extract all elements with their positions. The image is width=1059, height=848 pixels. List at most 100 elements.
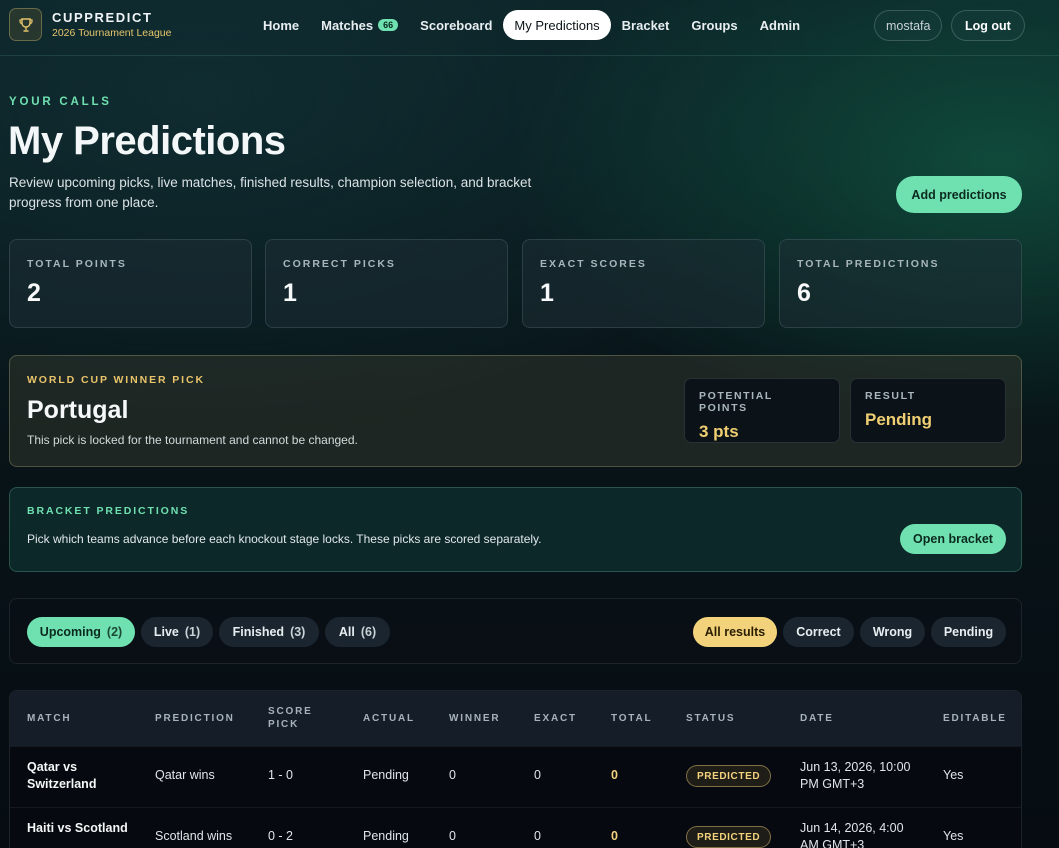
table-row[interactable]: Haiti vs Scotland Scotland wins 0 - 2 Pe…	[10, 807, 1021, 848]
status-badge: PREDICTED	[686, 826, 772, 848]
filter-tab-count: (6)	[360, 625, 377, 639]
nav-my-predictions-label: My Predictions	[514, 17, 600, 33]
potential-points-value: 3 pts	[699, 422, 739, 441]
stat-card-exact-scores: EXACT SCORES 1	[522, 239, 765, 328]
cell-editable: Yes	[943, 768, 964, 782]
stat-label: TOTAL PREDICTIONS	[797, 258, 940, 270]
cell-date: Jun 14, 2026, 4:00 AM GMT+3	[800, 821, 904, 848]
trophy-icon	[9, 8, 42, 41]
nav-links: Home Matches 66 Scoreboard My Predictions…	[252, 10, 811, 40]
brand[interactable]: CUPPREDICT 2026 Tournament League	[9, 8, 172, 41]
nav-bracket[interactable]: Bracket	[611, 10, 681, 40]
brand-name: CUPPREDICT	[52, 10, 153, 25]
result-filter-correct[interactable]: Correct	[783, 617, 854, 647]
column-header-prediction: PREDICTION	[155, 713, 235, 724]
nav-groups-label: Groups	[691, 17, 738, 33]
table-row[interactable]: Qatar vs Switzerland Qatar wins 1 - 0 Pe…	[10, 746, 1021, 807]
result-filter-wrong[interactable]: Wrong	[860, 617, 925, 647]
nav-matches-label: Matches	[321, 17, 374, 33]
potential-points-card: POTENTIAL POINTS 3 pts	[684, 378, 840, 443]
filter-tab-label: Finished	[232, 625, 285, 639]
nav-admin-label: Admin	[759, 17, 801, 33]
cell-prediction: Scotland wins	[155, 829, 233, 843]
filter-tab-label: Upcoming	[39, 625, 101, 639]
filter-tab-label: All	[338, 625, 355, 639]
nav-scoreboard[interactable]: Scoreboard	[409, 10, 503, 40]
winner-pick-label: WORLD CUP WINNER PICK	[27, 374, 205, 386]
nav-home[interactable]: Home	[252, 10, 310, 40]
cell-actual: Pending	[363, 768, 409, 782]
filter-bar: Upcoming (2) Live (1) Finished (3) All (6) A…	[9, 598, 1022, 664]
filter-tab-label: Live	[153, 625, 179, 639]
stat-value: 6	[797, 279, 811, 307]
stat-card-correct-picks: CORRECT PICKS 1	[265, 239, 508, 328]
user-menu[interactable]: mostafa	[874, 10, 943, 41]
result-filter-pending[interactable]: Pending	[931, 617, 1006, 647]
matches-count-badge: 66	[378, 19, 399, 31]
nav-scoreboard-label: Scoreboard	[420, 17, 493, 33]
bracket-label: BRACKET PREDICTIONS	[27, 505, 190, 517]
brand-subtitle: 2026 Tournament League	[52, 27, 172, 39]
cell-total: 0	[611, 829, 618, 843]
nav-home-label: Home	[263, 17, 300, 33]
stat-label: TOTAL POINTS	[27, 258, 127, 270]
filter-tab-count: (2)	[106, 625, 123, 639]
page-description: Review upcoming picks, live matches, fin…	[9, 175, 532, 210]
column-header-exact: EXACT	[534, 713, 577, 724]
stat-value: 2	[27, 279, 41, 307]
column-header-match: MATCH	[27, 713, 72, 724]
predictions-table: MATCH PREDICTION SCORE PICK ACTUAL WINNE…	[9, 690, 1022, 848]
logout-button[interactable]: Log out	[951, 10, 1025, 41]
top-nav: CUPPREDICT 2026 Tournament League Home M…	[0, 0, 1059, 56]
stat-value: 1	[540, 279, 554, 307]
open-bracket-button[interactable]: Open bracket	[900, 524, 1006, 554]
column-header-status: STATUS	[686, 713, 736, 724]
potential-points-label: POTENTIAL POINTS	[699, 390, 773, 414]
page-eyebrow: YOUR CALLS	[9, 96, 112, 108]
stat-card-total-predictions: TOTAL PREDICTIONS 6	[779, 239, 1022, 328]
column-header-winner: WINNER	[449, 713, 501, 724]
table-header: MATCH PREDICTION SCORE PICK ACTUAL WINNE…	[10, 691, 1021, 746]
cell-prediction: Qatar wins	[155, 768, 215, 782]
stat-card-total-points: TOTAL POINTS 2	[9, 239, 252, 328]
filter-tab-count: (3)	[290, 625, 306, 639]
stat-label: CORRECT PICKS	[283, 258, 396, 270]
column-header-actual: ACTUAL	[363, 713, 415, 724]
nav-groups[interactable]: Groups	[680, 10, 748, 40]
filter-tab-finished[interactable]: Finished (3)	[219, 617, 319, 647]
column-header-total: TOTAL	[611, 713, 653, 724]
stat-label: EXACT SCORES	[540, 258, 647, 270]
cell-winner: 0	[449, 768, 456, 782]
result-label: RESULT	[865, 390, 916, 402]
result-value: Pending	[865, 410, 933, 429]
page-title: My Predictions	[8, 119, 286, 163]
result-card: RESULT Pending	[850, 378, 1006, 443]
column-header-date: DATE	[800, 713, 834, 724]
cell-exact: 0	[534, 768, 541, 782]
nav-matches[interactable]: Matches 66	[310, 10, 409, 40]
cell-total: 0	[611, 768, 618, 782]
filter-tab-upcoming[interactable]: Upcoming (2)	[27, 617, 135, 647]
winner-pick-note: This pick is locked for the tournament a…	[27, 433, 358, 447]
column-header-editable: EDITABLE	[943, 713, 1007, 724]
filter-tab-live[interactable]: Live (1)	[141, 617, 213, 647]
nav-admin[interactable]: Admin	[749, 10, 811, 40]
cell-score-pick: 0 - 2	[268, 829, 294, 843]
filter-tab-count: (1)	[184, 625, 201, 639]
stat-value: 1	[283, 279, 297, 307]
filter-tab-all[interactable]: All (6)	[325, 617, 390, 647]
cell-exact: 0	[534, 829, 541, 843]
cell-winner: 0	[449, 829, 456, 843]
nav-my-predictions[interactable]: My Predictions	[503, 10, 611, 40]
winner-pick-card: WORLD CUP WINNER PICK Portugal This pick…	[9, 355, 1022, 467]
bracket-note: Pick which teams advance before each kno…	[27, 532, 542, 546]
cell-date: Jun 13, 2026, 10:00 PM GMT+3	[800, 760, 911, 791]
bracket-predictions-card: BRACKET PREDICTIONS Pick which teams adv…	[9, 487, 1022, 572]
cell-match: Qatar vs Switzerland	[27, 760, 97, 791]
result-filter-all[interactable]: All results	[693, 617, 777, 647]
add-predictions-button[interactable]: Add predictions	[896, 176, 1022, 213]
nav-bracket-label: Bracket	[621, 17, 670, 33]
cell-actual: Pending	[363, 829, 409, 843]
cell-editable: Yes	[943, 829, 964, 843]
cell-score-pick: 1 - 0	[268, 768, 294, 782]
